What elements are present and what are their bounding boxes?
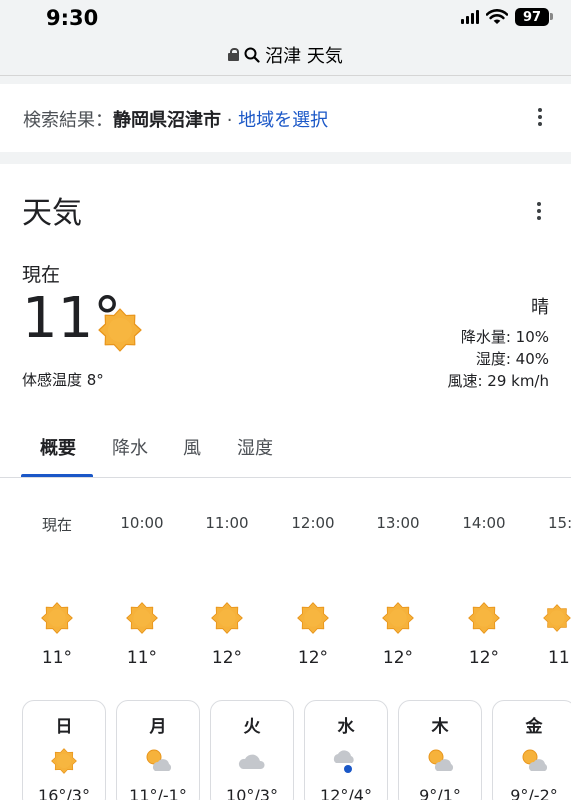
- lock-icon: [228, 47, 240, 61]
- weather-details: 降水量: 10% 湿度: 40% 風速: 29 km/h: [447, 326, 549, 392]
- hour-label: 現在: [41, 516, 72, 534]
- weather-title: 天気: [22, 196, 82, 231]
- hourly-item: 13:00 12°: [355, 514, 441, 668]
- sun-icon: [51, 748, 77, 774]
- status-icons: 97: [461, 8, 553, 26]
- day-card[interactable]: 金 9°/-2°: [492, 700, 571, 800]
- day-label: 水: [337, 717, 355, 737]
- hourly-item: 14:00 12°: [441, 514, 527, 668]
- day-label: 日: [55, 717, 73, 737]
- current-label: 現在: [22, 264, 61, 286]
- status-time: 9:30: [46, 6, 99, 30]
- weather-more-icon[interactable]: [536, 202, 542, 220]
- day-card[interactable]: 木 9°/1°: [398, 700, 482, 800]
- sun-icon: [211, 602, 243, 634]
- wind-speed: 風速: 29 km/h: [447, 372, 549, 390]
- signal-icon: [461, 10, 479, 24]
- hour-temp: 11: [548, 648, 570, 668]
- day-temps: 16°/3°: [38, 786, 90, 800]
- sun-icon: [126, 602, 158, 634]
- humidity: 湿度: 40%: [475, 350, 549, 368]
- location-separator: ·: [221, 110, 239, 131]
- location-card: 検索結果：静岡県沼津市 · 地域を選択: [0, 84, 571, 152]
- day-label: 金: [525, 717, 543, 737]
- hour-label: 13:00: [376, 514, 420, 532]
- url-query: 沼津 天気: [265, 45, 343, 67]
- hour-temp: 12°: [211, 648, 243, 668]
- day-card[interactable]: 日 16°/3°: [22, 700, 106, 800]
- day-card[interactable]: 火 10°/3°: [210, 700, 294, 800]
- day-temps: 12°/4°: [320, 786, 372, 800]
- sun-cloud-icon: [522, 749, 548, 771]
- location-name: 静岡県沼津市: [113, 110, 221, 131]
- hourly-item: 15: 11: [529, 514, 571, 668]
- day-card[interactable]: 水 12°/4°: [304, 700, 388, 800]
- battery-icon: 97: [515, 8, 553, 26]
- search-icon: [244, 47, 260, 63]
- hourly-item: 12:00 12°: [270, 514, 356, 668]
- weather-tabs: 概要 降水 風 湿度: [0, 426, 571, 478]
- hour-label: 11:00: [205, 514, 249, 532]
- cloud-icon: [238, 754, 265, 769]
- hour-temp: 12°: [382, 648, 414, 668]
- location-prefix: 検索結果：: [23, 110, 113, 131]
- more-options-icon[interactable]: [537, 108, 543, 126]
- sun-cloud-icon: [146, 749, 172, 771]
- day-label: 月: [149, 717, 167, 737]
- sun-icon: [468, 602, 500, 634]
- daily-forecast: 日 16°/3° 月 11°/-1° 火 10°/3° 水 12°/4° 木 9…: [0, 700, 571, 800]
- hourly-forecast[interactable]: 現在 11° 10:00 11° 11:00 12° 12:00 12° 13:…: [0, 514, 571, 668]
- active-tab-indicator: [21, 474, 93, 477]
- day-temps: 9°/-2°: [510, 786, 558, 800]
- sun-cloud-icon: [428, 749, 454, 771]
- sun-icon: [297, 602, 329, 634]
- hour-label: 15:: [548, 514, 571, 532]
- precipitation: 降水量: 10%: [460, 328, 549, 346]
- sun-icon: [382, 602, 414, 634]
- hour-temp: 12°: [297, 648, 329, 668]
- sun-icon: [98, 308, 142, 352]
- day-label: 木: [431, 717, 449, 737]
- hour-temp: 12°: [468, 648, 500, 668]
- day-temps: 9°/1°: [419, 786, 461, 800]
- sun-icon: [543, 604, 571, 632]
- hour-label: 14:00: [462, 514, 506, 532]
- day-temps: 11°/-1°: [129, 786, 187, 800]
- hourly-item: 11:00 12°: [184, 514, 270, 668]
- hour-label: 12:00: [291, 514, 335, 532]
- day-temps: 10°/3°: [226, 786, 278, 800]
- tab-wind[interactable]: 風: [183, 434, 201, 460]
- url-bar[interactable]: 沼津 天気: [0, 34, 571, 76]
- status-bar: 9:30 97: [0, 0, 571, 34]
- hour-label: 10:00: [120, 514, 164, 532]
- hourly-item: 現在 11°: [14, 514, 100, 668]
- tab-humidity[interactable]: 湿度: [237, 434, 273, 460]
- day-card[interactable]: 月 11°/-1°: [116, 700, 200, 800]
- wifi-icon: [486, 9, 508, 24]
- feels-like: 体感温度 8°: [22, 371, 104, 389]
- change-location-link[interactable]: 地域を選択: [238, 110, 328, 131]
- rain-cloud-icon: [333, 750, 354, 773]
- sun-icon: [41, 602, 73, 634]
- day-label: 火: [243, 717, 261, 737]
- hour-temp: 11°: [41, 648, 73, 668]
- hour-temp: 11°: [126, 648, 158, 668]
- tab-overview[interactable]: 概要: [40, 434, 76, 460]
- battery-level: 97: [522, 9, 542, 25]
- tab-precipitation[interactable]: 降水: [112, 434, 148, 460]
- weather-card: 天気 現在 11° 体感温度 8° 晴 降水量: 10% 湿度: 40% 風速:…: [0, 164, 571, 800]
- condition-text: 晴: [531, 297, 549, 318]
- hourly-item: 10:00 11°: [99, 514, 185, 668]
- location-line: 検索結果：静岡県沼津市 · 地域を選択: [23, 106, 328, 132]
